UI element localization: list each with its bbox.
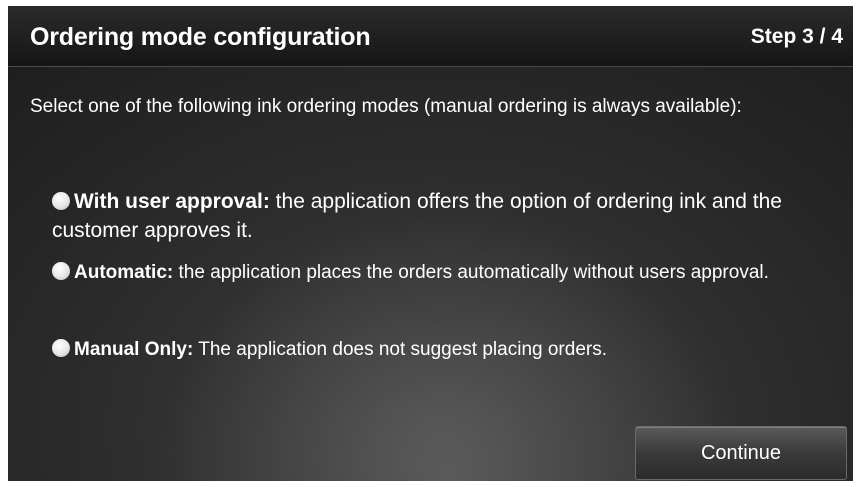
radio-button-icon[interactable]: [52, 339, 70, 357]
option-label: With user approval:: [74, 190, 270, 213]
step-indicator: Step 3 / 4: [750, 25, 843, 48]
continue-button[interactable]: Continue: [635, 426, 847, 480]
option-with-user-approval[interactable]: With user approval: the application offe…: [52, 187, 842, 245]
radio-button-icon[interactable]: [52, 192, 70, 210]
option-label: Automatic:: [74, 262, 174, 283]
instructions-text: Select one of the following ink ordering…: [30, 96, 742, 117]
radio-button-icon[interactable]: [52, 262, 70, 280]
page-title: Ordering mode configuration: [30, 23, 371, 51]
option-automatic[interactable]: Automatic: the application places the or…: [52, 260, 842, 286]
option-description: the application places the orders automa…: [173, 262, 769, 283]
header-bar: Ordering mode configuration Step 3 / 4: [8, 6, 853, 67]
option-label: Manual Only:: [74, 339, 194, 360]
option-manual-only[interactable]: Manual Only: The application does not su…: [52, 337, 842, 363]
configuration-panel: Ordering mode configuration Step 3 / 4 S…: [8, 6, 853, 481]
option-description: The application does not suggest placing…: [193, 339, 607, 360]
